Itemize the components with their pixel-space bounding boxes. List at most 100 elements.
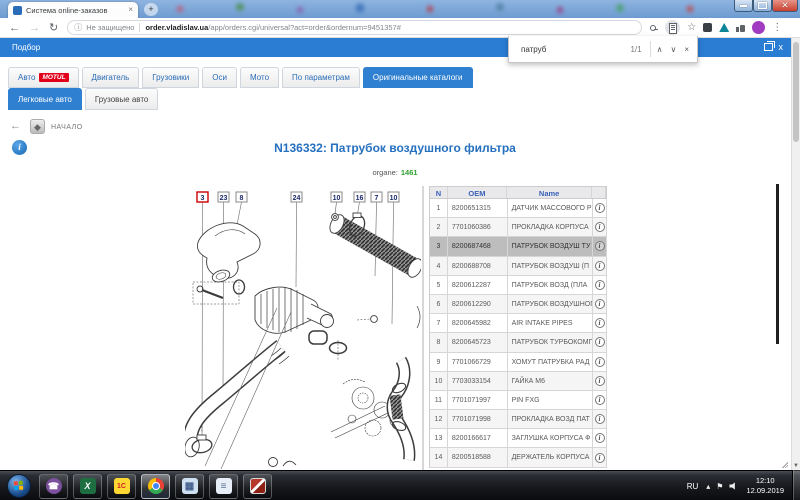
tab-грузовики[interactable]: Грузовики <box>142 67 199 88</box>
table-row[interactable]: 107703033154ГАЙКА М6i <box>429 372 607 391</box>
find-next-icon[interactable]: ∨ <box>670 45 676 54</box>
taskbar-chrome-icon[interactable] <box>141 474 170 499</box>
reload-icon[interactable]: ↻ <box>49 21 58 35</box>
table-row[interactable]: 78200645982AIR INTAKE PIPESi <box>429 314 607 333</box>
find-bar[interactable]: патруб 1/1 ∧ ∨ × <box>508 36 698 63</box>
renault-logo-icon[interactable]: ◆ <box>30 119 45 134</box>
resize-grip[interactable] <box>781 461 788 468</box>
clock-date: 12.09.2019 <box>746 486 784 495</box>
address-divider <box>139 23 140 32</box>
parts-diagram[interactable]: 3238241016710 <box>185 188 421 470</box>
tab-авто[interactable]: АвтоMOTUL <box>8 67 79 88</box>
table-row[interactable]: 97701066729ХОМУТ ПАТРУБКА РАДi <box>429 353 607 372</box>
taskbar-c1-icon[interactable]: 1С <box>107 474 136 499</box>
address-bar[interactable]: ⓘ Не защищено order.vladislav.ua/app/ord… <box>67 20 642 35</box>
part-info-icon[interactable]: i <box>595 414 605 424</box>
cell-oem: 7703033154 <box>448 372 508 390</box>
bookmark-star-icon[interactable]: ☆ <box>687 23 696 33</box>
part-info-icon[interactable]: i <box>595 241 605 251</box>
scrollbar-thumb[interactable] <box>793 42 799 142</box>
part-info-icon[interactable]: i <box>595 395 605 405</box>
tab-close-icon[interactable]: × <box>128 6 133 14</box>
header-name[interactable]: Name <box>507 187 592 198</box>
reader-icon[interactable] <box>665 20 680 35</box>
find-previous-icon[interactable]: ∧ <box>657 45 663 54</box>
table-row[interactable]: 38200687468ПАТРУБОК ВОЗДУШ ТУi <box>429 237 607 256</box>
part-info-icon[interactable]: i <box>595 453 605 463</box>
back-icon[interactable]: ← <box>9 21 20 35</box>
table-row[interactable]: 58200612287ПАТРУБОК ВОЗД (ПЛАi <box>429 276 607 295</box>
site-info-icon[interactable]: ⓘ <box>74 22 82 33</box>
show-desktop-button[interactable] <box>792 470 800 500</box>
table-row[interactable]: 117701071997PIN FXGi <box>429 391 607 410</box>
tab-грузовые-авто[interactable]: Грузовые авто <box>85 88 159 110</box>
tab-двигатель[interactable]: Двигатель <box>82 67 140 88</box>
taskbar-notepad-icon[interactable]: ≡ <box>209 474 238 499</box>
part-info-icon[interactable]: i <box>595 376 605 386</box>
part-info-icon[interactable]: i <box>595 261 605 271</box>
forward-icon[interactable]: → <box>29 21 40 35</box>
part-info-icon[interactable]: i <box>595 433 605 443</box>
close-window-icon[interactable]: x <box>779 43 784 51</box>
find-close-icon[interactable]: × <box>684 45 689 54</box>
taskbar-clock[interactable]: 12:10 12.09.2019 <box>746 476 784 496</box>
taskbar-excel-icon[interactable]: X <box>73 474 102 499</box>
scrollbar-down-icon[interactable]: ▼ <box>792 463 800 469</box>
part-info-icon[interactable]: i <box>595 318 605 328</box>
table-row[interactable]: 68200612290ПАТРУБОК ВОЗДУШНОГi <box>429 295 607 314</box>
thumbs-extension-icon[interactable] <box>736 23 745 32</box>
cell-name: ПРОКЛАДКА ВОЗД ПАТ <box>508 410 594 428</box>
part-info-icon[interactable]: i <box>595 357 605 367</box>
profile-avatar[interactable] <box>752 21 765 34</box>
cell-info: i <box>593 314 607 332</box>
table-row[interactable]: 48200688708ПАТРУБОК ВОЗДУШ (Пi <box>429 257 607 276</box>
table-row[interactable]: 148200518588ДЕРЖАТЕЛЬ КОРПУСАi <box>429 448 607 467</box>
volume-icon[interactable] <box>729 482 738 490</box>
table-row[interactable]: 127701071998ПРОКЛАДКА ВОЗД ПАТi <box>429 410 607 429</box>
tab-по-параметрам[interactable]: По параметрам <box>282 67 360 88</box>
tab-оригинальные-каталоги[interactable]: Оригинальные каталоги <box>363 67 473 88</box>
header-oem[interactable]: OEM <box>448 187 507 198</box>
breadcrumb-back-icon[interactable]: ← <box>10 120 21 132</box>
tab-мото[interactable]: Мото <box>240 67 279 88</box>
tab-title: Система online-заказов <box>26 6 125 15</box>
taskbar-red-app-icon[interactable] <box>243 474 272 499</box>
vpn-extension-icon[interactable] <box>719 23 729 32</box>
menu-icon[interactable]: ⋮ <box>772 23 782 33</box>
maximize-button[interactable] <box>753 0 772 12</box>
tab-легковые-авто[interactable]: Легковые авто <box>8 88 82 110</box>
browser-tab[interactable]: Система online-заказов × <box>8 2 138 18</box>
language-indicator[interactable]: RU <box>687 482 699 491</box>
tab-оси[interactable]: Оси <box>202 67 237 88</box>
table-row[interactable]: 88200645723ПАТРУБОК ТУРБОКОМПi <box>429 333 607 352</box>
breadcrumb[interactable]: НАЧАЛО <box>51 124 83 131</box>
hidden-icons-caret-icon[interactable]: ▴ <box>706 482 710 491</box>
header-n[interactable]: N <box>430 187 448 198</box>
new-tab-button[interactable]: + <box>144 3 158 16</box>
table-row[interactable]: 138200166617ЗАГЛУШКА КОРПУСА Фi <box>429 429 607 448</box>
restore-window-icon[interactable] <box>764 43 773 51</box>
part-info-icon[interactable]: i <box>595 203 605 213</box>
table-row[interactable]: 27701060386ПРОКЛАДКА КОРПУСАi <box>429 218 607 237</box>
cell-name: PIN FXG <box>508 391 594 409</box>
cell-oem: 7701071997 <box>448 391 508 409</box>
part-info-icon[interactable]: i <box>595 337 605 347</box>
cell-oem: 8200688708 <box>448 257 508 275</box>
extension-dark-icon[interactable] <box>703 23 712 32</box>
page-title: N136332: Патрубок воздушного фильтра <box>0 141 790 155</box>
part-info-icon[interactable]: i <box>595 280 605 290</box>
close-button[interactable]: ✕ <box>772 0 798 12</box>
part-info-icon[interactable]: i <box>595 222 605 232</box>
action-center-flag-icon[interactable]: ⚑ <box>716 482 723 491</box>
table-scrollbar[interactable] <box>776 184 779 344</box>
minimize-button[interactable] <box>734 0 753 12</box>
taskbar-calculator-icon[interactable]: ▦ <box>175 474 204 499</box>
cell-oem: 8200612287 <box>448 276 508 294</box>
find-input[interactable]: патруб <box>521 45 630 54</box>
start-button[interactable] <box>4 474 34 499</box>
page-scrollbar[interactable]: ▼ <box>791 38 800 470</box>
table-row[interactable]: 18200651315ДАТЧИК МАССОВОГО Рi <box>429 199 607 218</box>
part-info-icon[interactable]: i <box>595 299 605 309</box>
taskbar-viber-icon[interactable]: ☎ <box>39 474 68 499</box>
key-icon[interactable] <box>650 24 658 32</box>
